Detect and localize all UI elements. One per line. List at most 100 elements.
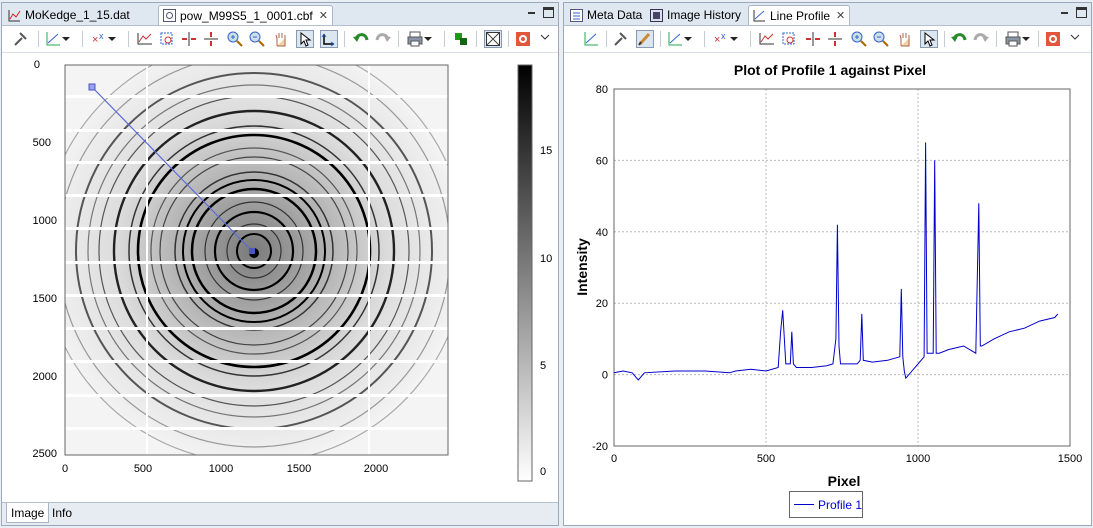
pan-hand-icon[interactable] <box>272 30 290 48</box>
y-axis-label: Intensity <box>574 238 590 296</box>
edit-icon[interactable] <box>636 30 654 48</box>
vertical-zoom-icon[interactable] <box>202 30 220 48</box>
diffraction-image-plot[interactable]: 0 500 1000 1500 2000 0 500 1000 1500 200… <box>2 53 558 503</box>
image-file-icon <box>163 9 176 22</box>
x-tick-label: 500 <box>134 463 152 475</box>
image-toolbar: × x <box>2 26 558 53</box>
line-profile-icon <box>753 9 766 22</box>
zoom-box-icon[interactable] <box>780 30 798 48</box>
redo-icon[interactable] <box>374 30 392 48</box>
zoom-out-icon[interactable] <box>248 30 266 48</box>
x-tick-label: 1500 <box>1058 453 1082 465</box>
right-tab-bar: Meta Data Image History Line Profile ✕ <box>564 3 1091 26</box>
svg-text:×: × <box>92 34 98 46</box>
y-axis: 80 60 40 20 0 -20 <box>592 84 608 453</box>
tab-image-history[interactable]: Image History <box>646 5 745 25</box>
image-editor-pane: MoKedge_1_15.dat pow_M99S5_1_0001.cbf ✕ … <box>1 2 559 526</box>
redo-icon[interactable] <box>972 30 990 48</box>
horizontal-zoom-icon[interactable] <box>180 30 198 48</box>
maximize-icon[interactable] <box>1076 7 1087 18</box>
tab-label: Image History <box>667 8 742 22</box>
y-tick-label: 0 <box>602 370 608 382</box>
tools-icon[interactable] <box>12 30 30 48</box>
colorbar: 15 10 5 0 <box>517 64 552 482</box>
axis-icon[interactable] <box>44 30 70 48</box>
close-icon[interactable]: ✕ <box>836 9 845 22</box>
detector-image <box>65 65 448 455</box>
left-tab-bar: MoKedge_1_15.dat pow_M99S5_1_0001.cbf ✕ <box>2 3 558 26</box>
zoom-out-icon[interactable] <box>872 30 890 48</box>
y-tick-label: -20 <box>592 441 608 453</box>
image-tools-icon[interactable] <box>1044 30 1062 48</box>
histogram-icon[interactable] <box>452 30 470 48</box>
tab-info[interactable]: Info <box>48 503 76 523</box>
autoscale-icon[interactable] <box>136 30 154 48</box>
svg-text:×: × <box>714 34 720 46</box>
y-tick-label: 2500 <box>33 448 57 460</box>
pan-hand-icon[interactable] <box>896 30 914 48</box>
vertical-zoom-icon[interactable] <box>826 30 844 48</box>
scatter-icon[interactable]: × x <box>90 30 116 48</box>
metadata-icon <box>570 8 583 22</box>
legend-line-swatch <box>794 504 814 505</box>
x-tick-label: 1500 <box>287 463 311 475</box>
zoom-in-icon[interactable] <box>850 30 868 48</box>
view-menu-icon[interactable] <box>1068 30 1086 48</box>
minimize-icon[interactable] <box>1059 7 1070 18</box>
left-bottom-tabs: Image Info <box>2 502 558 525</box>
colorbar-tick-label: 0 <box>540 466 546 478</box>
minimize-icon[interactable] <box>526 7 537 18</box>
close-icon[interactable]: ✕ <box>319 9 328 22</box>
tab-label: Meta Data <box>587 8 643 22</box>
tab-label: MoKedge_1_15.dat <box>25 8 130 22</box>
tools-icon[interactable] <box>612 30 630 48</box>
autoscale-icon[interactable] <box>758 30 776 48</box>
print-icon[interactable] <box>1004 30 1030 48</box>
axis-icon[interactable] <box>582 30 600 48</box>
select-pointer-icon[interactable] <box>296 30 314 48</box>
tab-label: pow_M99S5_1_0001.cbf <box>180 8 313 23</box>
undo-icon[interactable] <box>950 30 968 48</box>
x-tick-label: 1000 <box>209 463 233 475</box>
chart-title: Plot of Profile 1 against Pixel <box>734 62 926 78</box>
x-axis: 0 500 1000 1500 <box>611 453 1082 465</box>
diagonal-profile-icon[interactable] <box>484 30 502 48</box>
svg-text:x: x <box>721 31 726 41</box>
x-tick-label: 500 <box>757 453 775 465</box>
image-x-axis: 0 500 1000 1500 2000 <box>62 463 388 475</box>
line-profile-chart[interactable]: Plot of Profile 1 against Pixel 0 500 1000… <box>564 53 1091 489</box>
profile-1-series <box>613 142 1059 381</box>
image-tools-icon[interactable] <box>514 30 532 48</box>
y-tick-label: 80 <box>596 84 608 96</box>
xy-plot-icon <box>8 9 21 22</box>
tab-image[interactable]: Image <box>6 503 50 523</box>
maximize-icon[interactable] <box>543 7 554 18</box>
x-tick-label: 2000 <box>364 463 388 475</box>
colorbar-tick-label: 10 <box>540 253 552 265</box>
print-icon[interactable] <box>406 30 432 48</box>
y-tick-label: 1000 <box>33 215 57 227</box>
colorbar-tick-label: 15 <box>540 145 552 157</box>
view-menu-icon[interactable] <box>538 30 556 48</box>
tab-line-profile[interactable]: Line Profile ✕ <box>748 5 851 25</box>
chart-legend: Profile 1 <box>789 491 863 518</box>
chart-gridlines <box>614 89 1070 446</box>
select-pointer-icon[interactable] <box>920 30 938 48</box>
origin-icon[interactable] <box>320 30 338 48</box>
zoom-in-icon[interactable] <box>226 30 244 48</box>
profile-toolbar: × x <box>564 26 1091 53</box>
scatter-icon[interactable]: × x <box>712 30 738 48</box>
horizontal-zoom-icon[interactable] <box>804 30 822 48</box>
axis-config-icon[interactable] <box>666 30 692 48</box>
y-tick-label: 1500 <box>33 293 57 305</box>
y-tick-label: 60 <box>596 155 608 167</box>
tab-label: Line Profile <box>770 8 831 23</box>
tab-meta-data[interactable]: Meta Data <box>566 5 646 25</box>
tab-mokedge-dat[interactable]: MoKedge_1_15.dat <box>4 5 134 25</box>
y-tick-label: 20 <box>596 298 608 310</box>
image-history-icon <box>650 8 663 22</box>
zoom-box-icon[interactable] <box>158 30 176 48</box>
undo-icon[interactable] <box>352 30 370 48</box>
tab-pow-cbf[interactable]: pow_M99S5_1_0001.cbf ✕ <box>158 5 333 25</box>
left-window-controls <box>526 7 554 18</box>
